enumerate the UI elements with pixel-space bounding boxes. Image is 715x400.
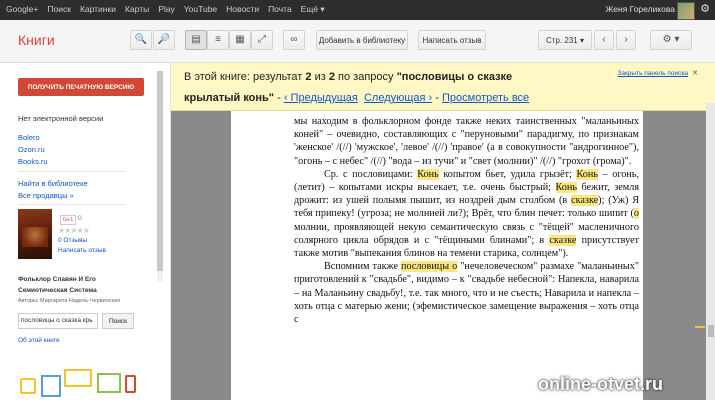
result-marker — [695, 326, 705, 328]
viewer-scrollbar-thumb[interactable] — [708, 325, 714, 337]
zoom-out-icon: 🔍 — [134, 34, 148, 45]
close-icon[interactable]: ✕ — [692, 69, 698, 77]
paragraph-2: Ср. с пословицами: Конь копытом бьет, уд… — [294, 168, 640, 260]
nav-youtube[interactable]: YouTube — [184, 4, 217, 15]
next-page-button[interactable]: › — [616, 30, 636, 50]
book-title: Фольклор Славян И Его Семиотическая Сист… — [18, 276, 97, 294]
page-text: мы находим в фольклорном фонде также нек… — [294, 115, 639, 326]
write-review-link[interactable]: Написать отзыв — [58, 247, 106, 254]
search-highlight: сказке — [571, 195, 599, 207]
fullscreen-icon: ⤢ — [258, 34, 266, 45]
gplus-count: 0 — [78, 215, 82, 222]
link-icon: ∞ — [290, 34, 298, 45]
search-results-banner: В этой книге: результат 2 из 2 по запрос… — [171, 63, 715, 111]
text-view-icon: ≡ — [215, 34, 221, 45]
nav-news[interactable]: Новости — [226, 4, 259, 15]
nav-images[interactable]: Картинки — [80, 4, 116, 15]
google-nav: Google+ Поиск Картинки Карты Play YouTub… — [6, 4, 325, 15]
nav-google-plus[interactable]: Google+ — [6, 4, 38, 15]
close-search-panel-link[interactable]: Закрыть панель поиска — [617, 70, 688, 77]
nav-mail[interactable]: Почта — [268, 4, 292, 15]
divider — [18, 204, 126, 205]
avatar[interactable] — [677, 2, 695, 20]
watermark: online-otvet.ru — [538, 374, 663, 394]
reviews-link[interactable]: 0 Отзывы — [58, 237, 87, 244]
prev-result-link[interactable]: ‹ Предыдущая — [284, 92, 358, 104]
monitor-icon — [64, 369, 92, 387]
banner-line-1: В этой книге: результат 2 из 2 по запрос… — [184, 71, 513, 83]
single-page-view-button[interactable]: ▤ — [185, 30, 207, 50]
find-in-library-link[interactable]: Найти в библиотеке — [18, 179, 88, 188]
phone-icon — [20, 378, 36, 394]
store-link-books[interactable]: Books.ru — [18, 157, 48, 166]
page-select[interactable]: Стр. 231 ▾ — [538, 30, 592, 50]
text-view-button[interactable]: ≡ — [207, 30, 229, 50]
books-toolbar: Книги 🔍 🔎 ▤ ≡ ▦ ⤢ ∞ Добавить в библиотек… — [0, 20, 715, 63]
sidebar: ПОЛУЧИТЬ ПЕЧАТНУЮ ВЕРСИЮ Нет электронной… — [0, 63, 171, 400]
settings-button[interactable]: ⚙ ▾ — [650, 30, 692, 50]
paragraph-3: Вспомним также пословицы о "нечеловеческ… — [294, 261, 639, 326]
view-all-link[interactable]: Просмотреть все — [442, 92, 529, 104]
banner-line-2: крылатый конь" - ‹ Предыдущая Следующая … — [184, 92, 530, 104]
gplus-button[interactable]: G+1 — [60, 215, 76, 225]
search-in-book-input[interactable]: пословицы о сказка крь — [18, 313, 98, 329]
book-cover[interactable] — [18, 209, 52, 259]
viewer-scrollbar[interactable] — [706, 103, 715, 400]
book-page: мы находим в фольклорном фонде также нек… — [231, 63, 643, 400]
nav-more[interactable]: Ещё ▾ — [301, 4, 325, 15]
store-link-bolero[interactable]: Bolero — [18, 133, 40, 142]
books-logo[interactable]: Книги — [18, 32, 55, 48]
search-highlight: Конь — [576, 168, 598, 180]
next-result-link[interactable]: Следующая › — [364, 92, 432, 104]
all-sellers-link[interactable]: Все продавцы » — [18, 191, 74, 200]
search-highlight: Конь — [555, 182, 577, 194]
book-viewer: мы находим в фольклорном фонде также нек… — [171, 63, 715, 400]
page-icon: ▤ — [191, 34, 201, 45]
prev-page-button[interactable]: ‹ — [594, 30, 614, 50]
google-bar: Google+ Поиск Картинки Карты Play YouTub… — [0, 0, 715, 20]
chevron-left-icon: ‹ — [602, 34, 606, 45]
ereader-icon — [125, 375, 136, 393]
user-name[interactable]: Женя Гореликова — [606, 4, 675, 14]
zoom-out-button[interactable]: 🔍 — [130, 30, 152, 50]
tablet-icon — [41, 375, 61, 397]
sidebar-scrollbar-thumb[interactable] — [157, 71, 163, 271]
search-highlight: сказке — [549, 234, 577, 246]
zoom-in-icon: 🔎 — [157, 34, 171, 45]
laptop-icon — [97, 373, 121, 393]
rating-stars: ★★★★★ — [58, 226, 90, 235]
no-ebook-label: Нет электронной версии — [18, 114, 104, 123]
chevron-right-icon: › — [624, 34, 628, 45]
nav-maps[interactable]: Карты — [125, 4, 149, 15]
store-link-ozon[interactable]: Ozon.ru — [18, 145, 45, 154]
nav-play[interactable]: Play — [158, 4, 175, 15]
about-book-link[interactable]: Об этой книге — [18, 337, 60, 344]
divider — [18, 171, 126, 172]
paragraph-1: мы находим в фольклорном фонде также нек… — [294, 116, 639, 167]
zoom-in-button[interactable]: 🔎 — [153, 30, 175, 50]
thumbnail-view-button[interactable]: ▦ — [229, 30, 251, 50]
write-review-button[interactable]: Написать отзыв — [418, 30, 486, 50]
link-button[interactable]: ∞ — [283, 30, 305, 50]
gear-icon[interactable]: ⚙ — [700, 2, 710, 15]
nav-search[interactable]: Поиск — [47, 4, 71, 15]
book-authors: Авторы: Маргарита Надель-Червинская — [18, 298, 121, 304]
search-highlight: пословицы о — [401, 261, 458, 273]
fullscreen-button[interactable]: ⤢ — [251, 30, 273, 50]
add-to-library-button[interactable]: Добавить в библиотеку — [316, 30, 408, 50]
search-in-book-button[interactable]: Поиск — [102, 313, 134, 329]
gear-icon: ⚙ ▾ — [662, 34, 680, 45]
get-print-book-button[interactable]: ПОЛУЧИТЬ ПЕЧАТНУЮ ВЕРСИЮ — [18, 78, 144, 96]
search-highlight: Конь — [417, 168, 439, 180]
grid-icon: ▦ — [235, 34, 245, 45]
search-highlight: о — [633, 208, 639, 220]
